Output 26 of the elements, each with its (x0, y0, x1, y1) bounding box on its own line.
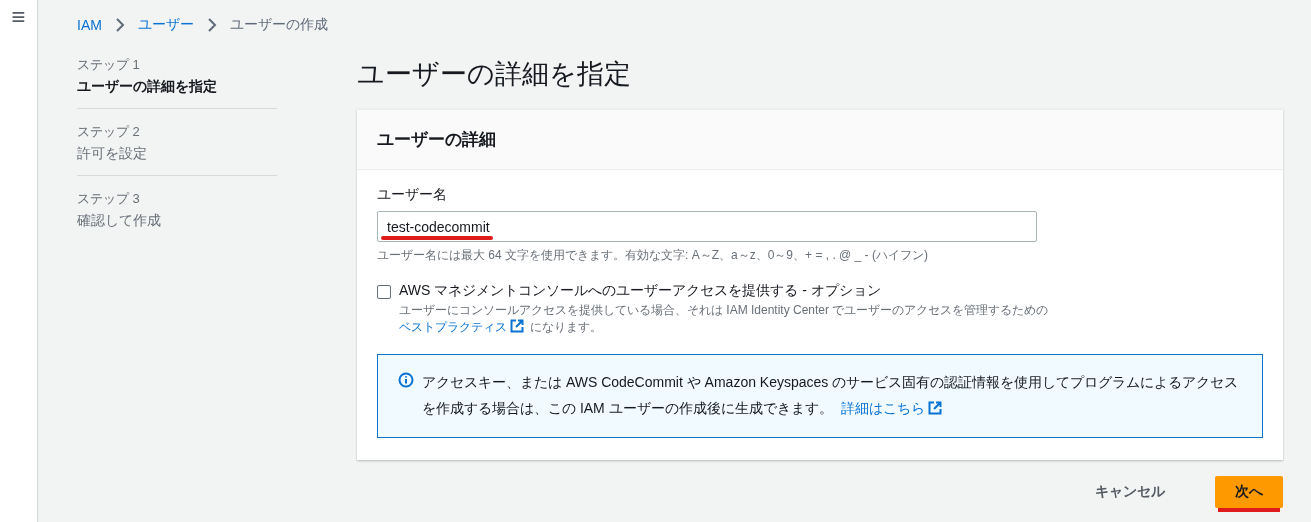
step-title[interactable]: ユーザーの詳細を指定 (77, 78, 277, 96)
step-number: ステップ 1 (77, 56, 141, 74)
user-name-field[interactable]: test-codecommit (377, 211, 1037, 242)
breadcrumb-link[interactable]: ユーザー (137, 16, 194, 34)
chevron-icon (114, 18, 125, 32)
step-title[interactable]: 確認して作成 (77, 212, 277, 230)
chevron-icon (206, 18, 217, 32)
learn-more-link[interactable]: 詳細はこちら (840, 400, 925, 416)
breadcrumb-current: ユーザーの作成 (229, 16, 328, 34)
field-label: ユーザー名 (377, 186, 448, 204)
checkbox-label[interactable]: AWS マネジメントコンソールへのユーザーアクセスを提供する - オプション (399, 282, 1049, 300)
description-text: ユーザーにコンソールアクセスを提供している場合、それは IAM Identity Center でユーザーのアクセスを管理するための (399, 303, 1049, 317)
info-icon (398, 372, 414, 388)
page-title: ユーザーの詳細を指定 (357, 58, 632, 91)
breadcrumb-link[interactable]: IAM (77, 17, 102, 33)
card-title: ユーザーの詳細 (377, 129, 497, 151)
step-number: ステップ 2 (77, 123, 141, 141)
menu-button[interactable]: ≡ (11, 0, 26, 30)
info-text: アクセスキー、または AWS CodeCommit や Amazon Keyspaces のサービス固有の認証情報を使用してプログラムによるアクセスを作成する場合は、この IAM ユーザーの作成後に生成できます。 詳細はこちら (422, 369, 1248, 423)
field-hint: ユーザー名には最大 64 文字を使用できます。有効な文字: A～Z、a～z、0～9、+ = , . @ _ - (ハイフン) (377, 247, 929, 264)
cancel-button[interactable]: キャンセル (1075, 476, 1185, 508)
description-text: になります。 (530, 320, 602, 334)
best-practices-link[interactable]: ベストプラクティス (399, 320, 507, 334)
step-title[interactable]: 許可を設定 (77, 145, 277, 163)
step-number: ステップ 3 (77, 190, 141, 208)
checkbox[interactable] (377, 285, 391, 299)
